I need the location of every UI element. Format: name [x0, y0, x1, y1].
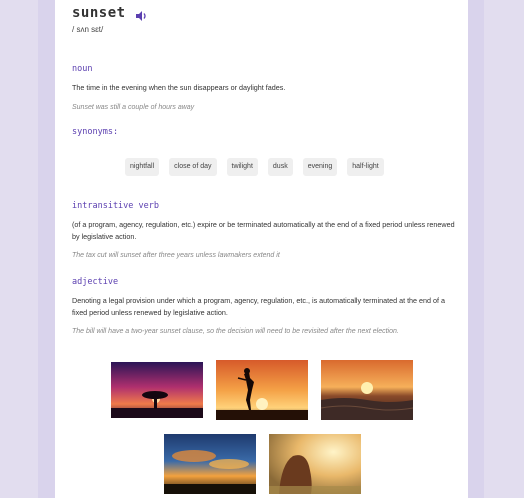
pos-verb: intransitive verb [72, 201, 159, 211]
noun-example: Sunset was still a couple of hours away [72, 104, 195, 111]
verb-definition: (of a program, agency, regulation, etc.)… [72, 220, 455, 241]
cloudy-sky-sunset-photo[interactable] [164, 434, 256, 494]
synonyms-heading: synonyms: [72, 127, 119, 137]
synonym-chip[interactable]: twilight [226, 158, 258, 176]
definition-card: sunset / sʌn sɛt/ noun The time in the e… [55, 0, 468, 498]
speaker-icon[interactable] [135, 8, 148, 21]
pos-noun: noun [72, 64, 93, 74]
right-rail [468, 0, 484, 498]
synonym-chip[interactable]: evening [302, 158, 338, 176]
synonym-chip[interactable]: dusk [267, 158, 293, 176]
ocean-sunset-photo[interactable] [321, 360, 413, 420]
phonetic: / sʌn sɛt/ [72, 25, 104, 34]
synonyms-list: nightfall close of day twilight dusk eve… [125, 158, 384, 176]
pos-adjective: adjective [72, 277, 119, 287]
adjective-example: The bill will have a two-year sunset cla… [72, 328, 399, 335]
adjective-definition: Denoting a legal provision under which a… [72, 296, 446, 317]
woman-silhouette-sunset-photo[interactable] [216, 360, 308, 420]
girl-golden-hour-photo[interactable] [269, 434, 361, 494]
verb-example: The tax cut will sunset after three year… [72, 252, 280, 259]
noun-definition: The time in the evening when the sun dis… [72, 83, 286, 92]
synonym-chip[interactable]: nightfall [125, 158, 160, 176]
synonym-chip[interactable]: half-light [347, 158, 384, 176]
tree-silhouette-sunset-photo[interactable] [111, 362, 203, 418]
headword: sunset [72, 5, 126, 21]
headword-row: sunset [72, 5, 148, 21]
synonym-chip[interactable]: close of day [169, 158, 217, 176]
left-rail [38, 0, 55, 498]
